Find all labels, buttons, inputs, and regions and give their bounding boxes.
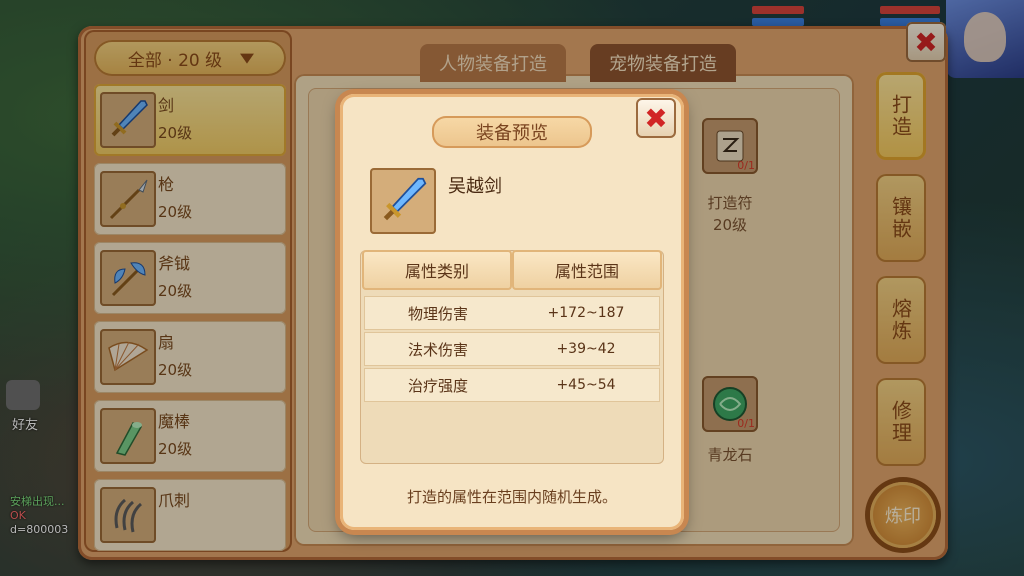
- table-row: 物理伤害 +172~187: [364, 296, 660, 330]
- table-header-range: 属性范围: [512, 250, 662, 290]
- preview-item-name: 吴越剑: [448, 176, 502, 197]
- table-header-stat: 属性类别: [362, 250, 512, 290]
- stat-name: 物理伤害: [407, 304, 468, 323]
- stat-range: +45~54: [556, 377, 616, 393]
- dialog-close-button[interactable]: ✖: [636, 98, 676, 138]
- preview-item-slot: [370, 168, 436, 234]
- dialog-title: 装备预览: [432, 116, 592, 148]
- attribute-table: 属性类别 属性范围 物理伤害 +172~187 法术伤害 +39~42 治疗强度…: [360, 250, 664, 464]
- dialog-note: 打造的属性在范围内随机生成。: [406, 488, 617, 506]
- stat-range: +39~42: [556, 341, 616, 357]
- stat-name: 治疗强度: [407, 376, 468, 395]
- close-icon: ✖: [644, 101, 668, 135]
- table-row: 法术伤害 +39~42: [364, 332, 660, 366]
- stat-range: +172~187: [547, 305, 625, 321]
- table-row: 治疗强度 +45~54: [364, 368, 660, 402]
- sword-icon: [383, 177, 427, 221]
- equipment-preview-dialog: 装备预览 ✖ 吴越剑 属性类别 属性范围 物理伤害 +172~187 法术伤害 …: [340, 94, 684, 530]
- stat-name: 法术伤害: [407, 340, 468, 359]
